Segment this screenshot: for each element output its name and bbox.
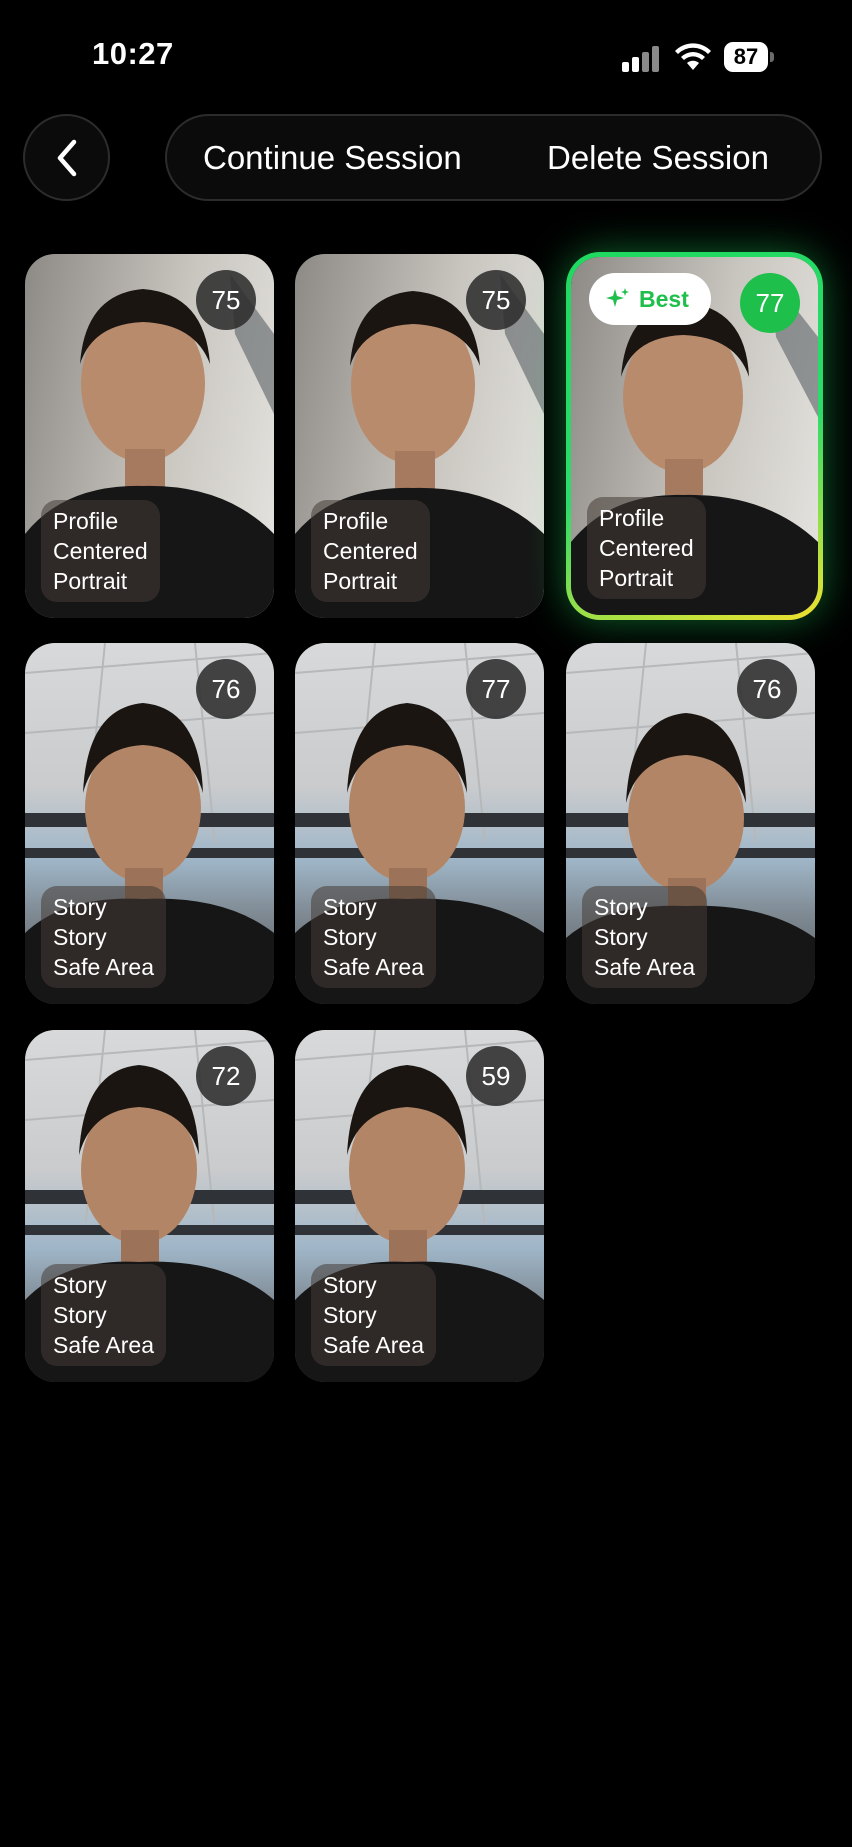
score-badge: 76 (737, 659, 797, 719)
score-badge: 75 (196, 270, 256, 330)
photo-card[interactable]: 72 Story Story Safe Area (25, 1030, 274, 1382)
best-label: Best (639, 285, 689, 312)
photo-card[interactable]: 75 Profile Centered Portrait (295, 254, 544, 618)
session-actions: Continue Session Delete Session (165, 114, 822, 201)
shot-label: Profile Centered Portrait (41, 500, 160, 602)
shot-label: Story Story Safe Area (582, 886, 708, 988)
wifi-icon (675, 43, 711, 70)
battery-level: 87 (724, 42, 768, 72)
shot-label: Profile Centered Portrait (311, 500, 430, 602)
score-badge: 77 (740, 273, 800, 333)
chevron-left-icon (57, 139, 76, 176)
photo-card[interactable]: 77 Story Story Safe Area (295, 643, 544, 1004)
score-badge: 76 (196, 659, 256, 719)
continue-session-button[interactable]: Continue Session (203, 116, 462, 199)
shot-label: Story Story Safe Area (41, 886, 167, 988)
delete-session-button[interactable]: Delete Session (547, 116, 769, 199)
photo-card[interactable]: 76 Story Story Safe Area (566, 643, 815, 1004)
status-bar: 10:27 87 (0, 0, 852, 110)
score-badge: 72 (196, 1046, 256, 1106)
photo-card[interactable]: 59 Story Story Safe Area (295, 1030, 544, 1382)
best-badge: Best (589, 273, 711, 325)
shot-label: Story Story Safe Area (311, 886, 437, 988)
back-button[interactable] (23, 114, 110, 201)
best-photo-frame[interactable]: Best 77 Profile Centered Portrait (566, 252, 823, 620)
battery-icon: 87 (724, 42, 774, 72)
shot-label: Story Story Safe Area (311, 1264, 437, 1366)
score-badge: 77 (466, 659, 526, 719)
photo-card[interactable]: Best 77 Profile Centered Portrait (571, 257, 818, 615)
shot-label: Profile Centered Portrait (587, 497, 706, 599)
cellular-signal-icon (622, 46, 662, 72)
sparkle-icon (606, 288, 629, 307)
score-badge: 75 (466, 270, 526, 330)
photo-card[interactable]: 76 Story Story Safe Area (25, 643, 274, 1004)
photo-card[interactable]: 75 Profile Centered Portrait (25, 254, 274, 618)
score-badge: 59 (466, 1046, 526, 1106)
status-time: 10:27 (92, 36, 174, 71)
shot-label: Story Story Safe Area (41, 1264, 167, 1366)
